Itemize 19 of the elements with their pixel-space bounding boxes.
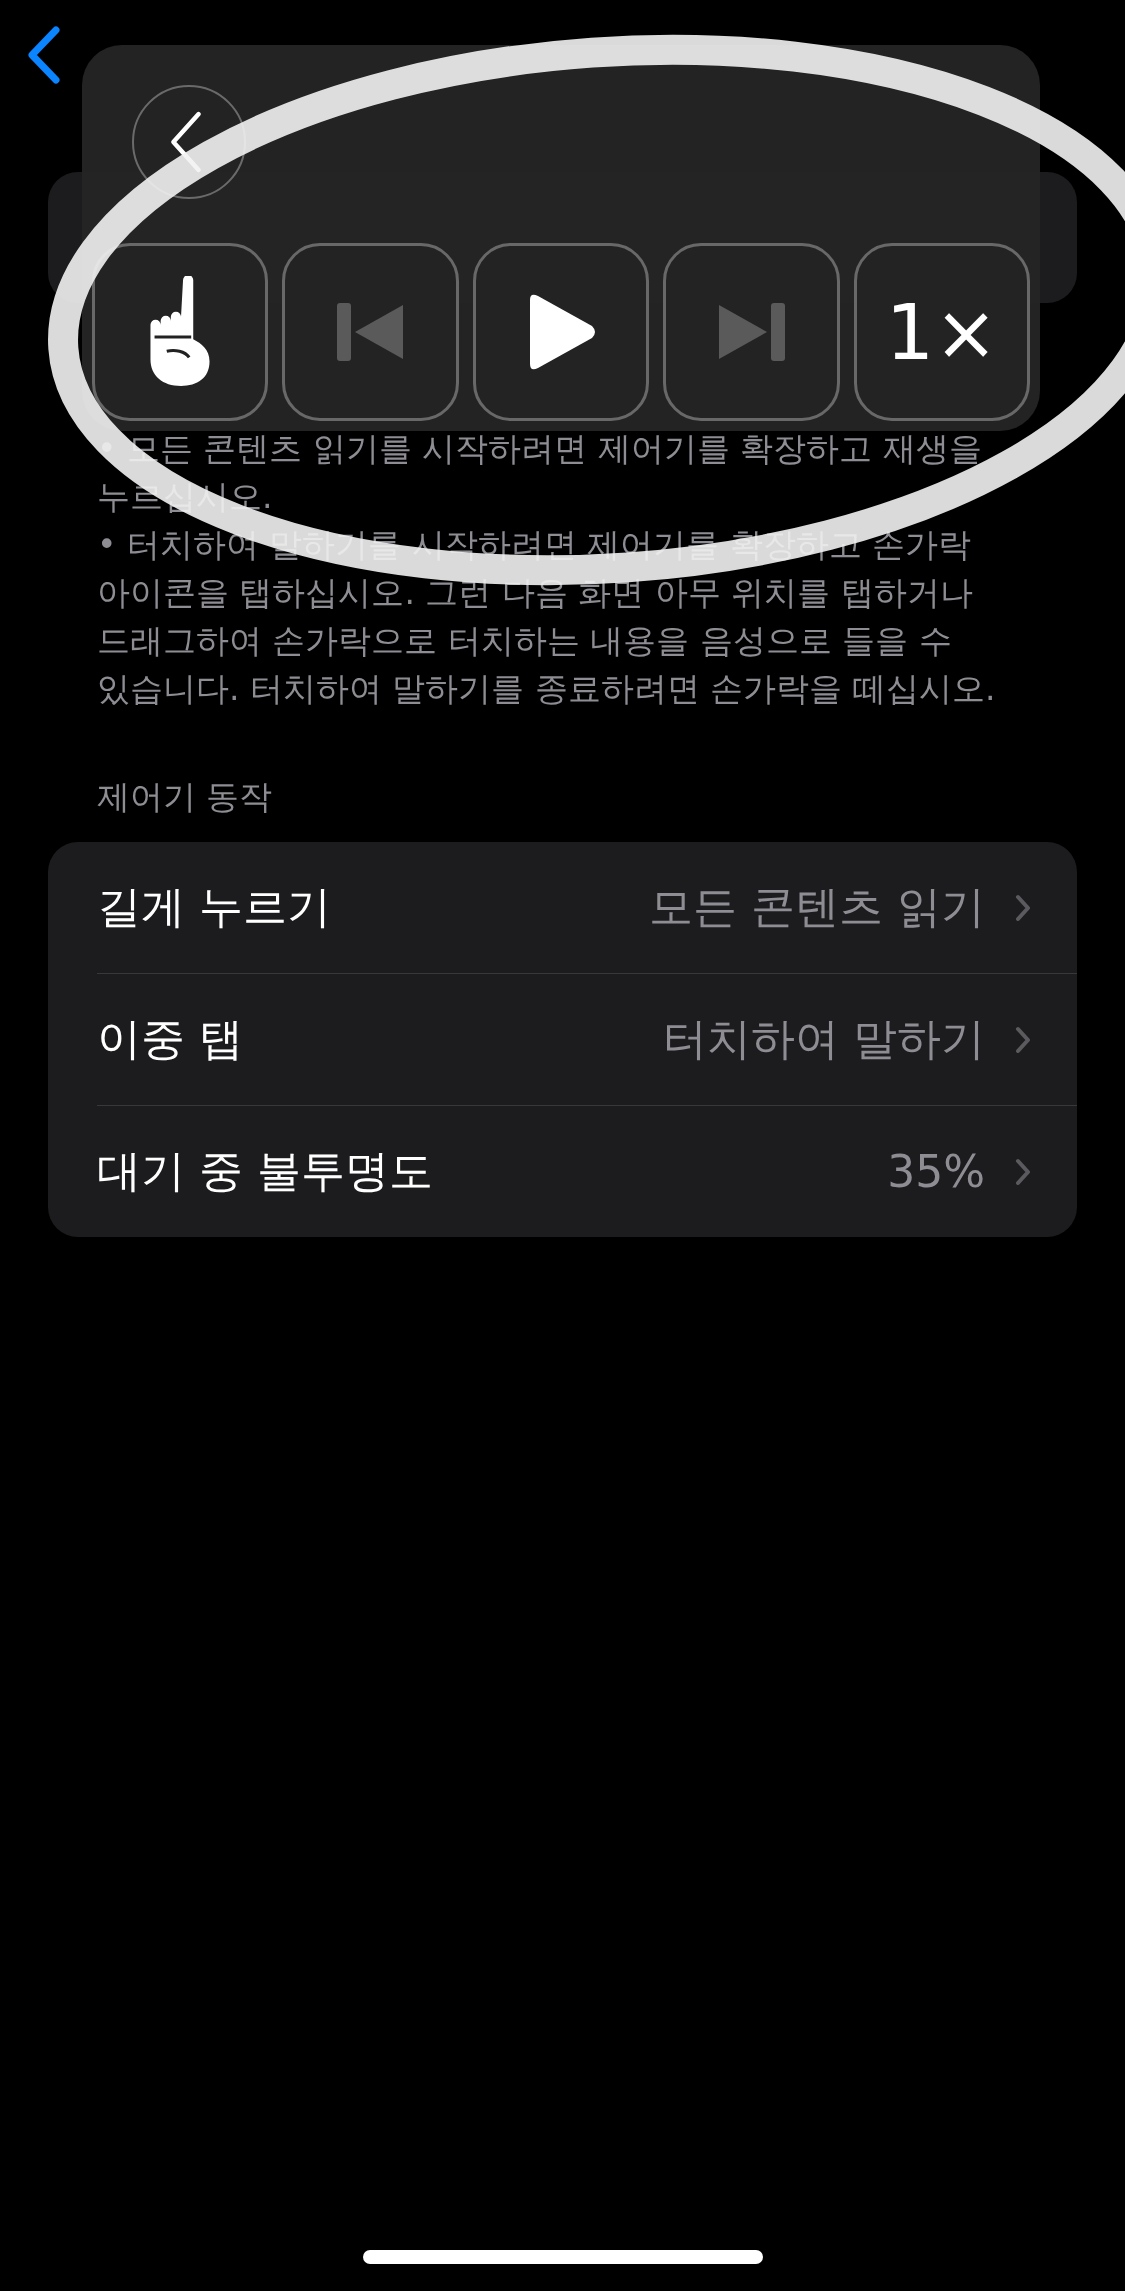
chevron-icon bbox=[1015, 1025, 1031, 1054]
settings-row[interactable]: 길게 누르기 모든 콘텐츠 읽기 bbox=[97, 842, 1077, 973]
row-value: 터치하여 말하기 bbox=[663, 1012, 985, 1066]
settings-row[interactable]: 이중 탭 터치하여 말하기 bbox=[97, 973, 1077, 1105]
settings-row[interactable]: 대기 중 불투명도 35% bbox=[97, 1105, 1077, 1237]
back-icon bbox=[26, 26, 60, 84]
row-label: 길게 누르기 bbox=[97, 880, 332, 934]
play-button[interactable] bbox=[472, 243, 650, 421]
back-button[interactable] bbox=[26, 26, 60, 84]
chevron-icon bbox=[1015, 1157, 1031, 1186]
row-value: 35% bbox=[887, 1146, 985, 1197]
collapse-button[interactable] bbox=[132, 85, 246, 199]
row-label: 대기 중 불투명도 bbox=[97, 1144, 434, 1198]
row-value: 모든 콘텐츠 읽기 bbox=[649, 880, 985, 934]
speed-button[interactable]: 1× bbox=[853, 243, 1031, 421]
chevron-icon bbox=[1015, 893, 1031, 922]
section-header: 제어기 동작 bbox=[96, 776, 274, 818]
finger-button[interactable] bbox=[92, 243, 269, 421]
row-label: 이중 탭 bbox=[97, 1012, 244, 1066]
